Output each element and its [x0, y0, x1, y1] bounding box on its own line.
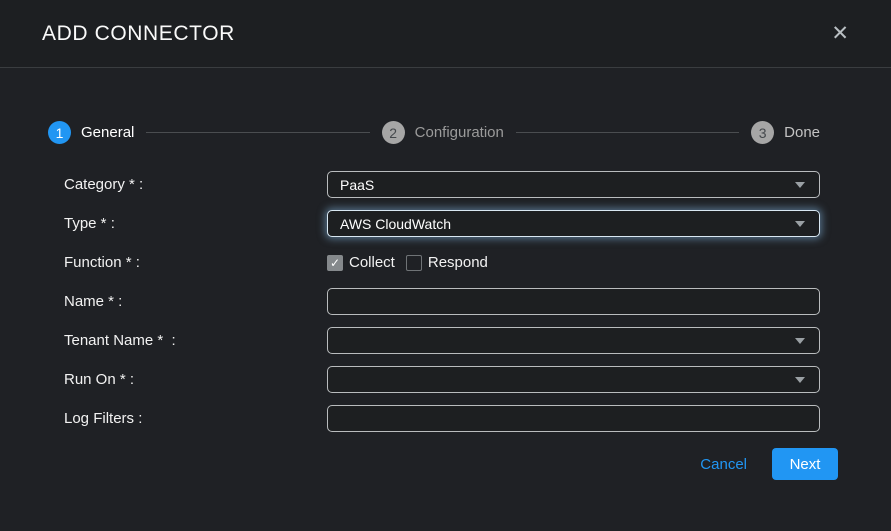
name-input[interactable]	[327, 288, 820, 315]
function-checkbox-group: ✓ Collect Respond	[327, 254, 488, 271]
step-3-label: Done	[784, 124, 820, 141]
step-connector-line	[516, 132, 739, 133]
step-3-circle: 3	[751, 121, 774, 144]
form-row-run-on: Run On * :	[64, 366, 891, 393]
log-filters-label: Log Filters :	[64, 410, 327, 427]
cancel-button[interactable]: Cancel	[700, 456, 747, 473]
chevron-down-icon	[795, 338, 805, 344]
dialog-title: ADD CONNECTOR	[42, 22, 827, 46]
category-label: Category * :	[64, 176, 327, 193]
next-button[interactable]: Next	[772, 448, 838, 480]
add-connector-dialog: ADD CONNECTOR ✕ 1 General 2 Configuratio…	[0, 0, 891, 531]
collect-checkbox-label: Collect	[349, 254, 395, 271]
checkbox-checked-icon: ✓	[327, 255, 343, 271]
form-row-name: Name * :	[64, 288, 891, 315]
type-select[interactable]: AWS CloudWatch	[327, 210, 820, 237]
dialog-header: ADD CONNECTOR ✕	[0, 0, 891, 68]
step-done[interactable]: 3 Done	[751, 121, 820, 144]
collect-checkbox[interactable]: ✓ Collect	[327, 254, 395, 271]
run-on-label: Run On * :	[64, 371, 327, 388]
step-general[interactable]: 1 General	[48, 121, 134, 144]
type-select-value: AWS CloudWatch	[340, 216, 795, 232]
category-select[interactable]: PaaS	[327, 171, 820, 198]
checkbox-unchecked-icon	[406, 255, 422, 271]
close-icon[interactable]: ✕	[827, 19, 853, 48]
form-row-function: Function * : ✓ Collect Respond	[64, 249, 891, 276]
form-row-tenant-name: Tenant Name * :	[64, 327, 891, 354]
dialog-actions: Cancel Next	[0, 448, 838, 480]
tenant-name-label: Tenant Name * :	[64, 332, 327, 349]
respond-checkbox-label: Respond	[428, 254, 488, 271]
form-row-type: Type * : AWS CloudWatch	[64, 210, 891, 237]
type-label: Type * :	[64, 215, 327, 232]
form-row-log-filters: Log Filters :	[64, 405, 891, 432]
log-filters-input[interactable]	[327, 405, 820, 432]
step-1-circle: 1	[48, 121, 71, 144]
function-label: Function * :	[64, 254, 327, 271]
run-on-select[interactable]	[327, 366, 820, 393]
chevron-down-icon	[795, 377, 805, 383]
connector-form: Category * : PaaS Type * : AWS CloudWatc…	[64, 171, 891, 432]
category-select-value: PaaS	[340, 177, 795, 193]
respond-checkbox[interactable]: Respond	[406, 254, 488, 271]
wizard-stepper: 1 General 2 Configuration 3 Done	[48, 121, 820, 144]
name-label: Name * :	[64, 293, 327, 310]
step-2-label: Configuration	[415, 124, 504, 141]
tenant-name-select[interactable]	[327, 327, 820, 354]
chevron-down-icon	[795, 221, 805, 227]
step-2-circle: 2	[382, 121, 405, 144]
form-row-category: Category * : PaaS	[64, 171, 891, 198]
step-1-label: General	[81, 124, 134, 141]
chevron-down-icon	[795, 182, 805, 188]
step-connector-line	[146, 132, 369, 133]
step-configuration[interactable]: 2 Configuration	[382, 121, 504, 144]
